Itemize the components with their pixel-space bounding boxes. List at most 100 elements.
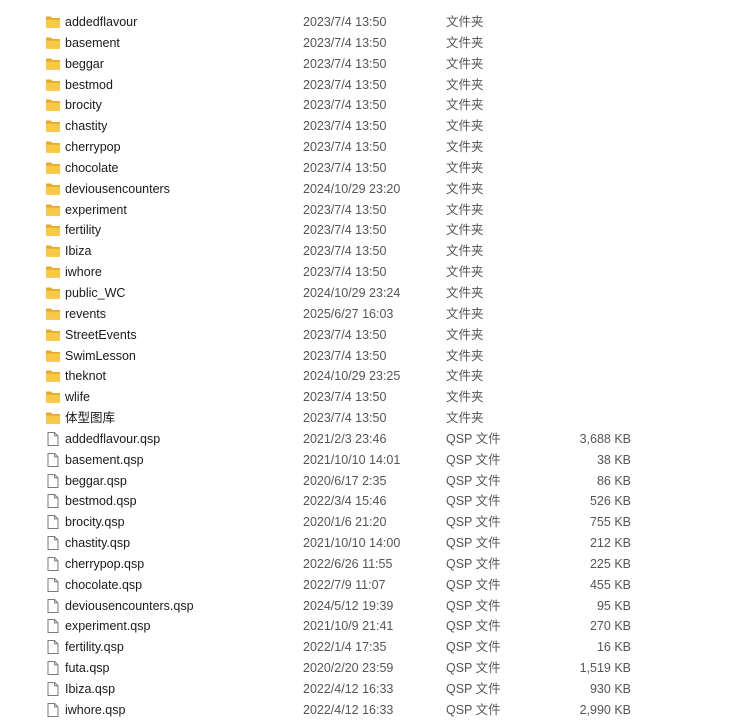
item-type: QSP 文件 bbox=[446, 473, 501, 488]
file-row[interactable]: Ibiza.qsp 2022/4/12 16:33 QSP 文件 930 KB bbox=[0, 679, 740, 700]
folder-row[interactable]: basement 2023/7/4 13:50 文件夹 bbox=[0, 33, 740, 54]
item-type: QSP 文件 bbox=[446, 515, 501, 530]
item-date-modified: 2020/6/17 2:35 bbox=[303, 473, 387, 488]
item-name: cherrypop.qsp bbox=[65, 556, 145, 571]
folder-row[interactable]: iwhore 2023/7/4 13:50 文件夹 bbox=[0, 262, 740, 283]
item-date-modified: 2023/7/4 13:50 bbox=[303, 98, 387, 113]
file-icon bbox=[45, 431, 61, 447]
file-row[interactable]: beggar.qsp 2020/6/17 2:35 QSP 文件 86 KB bbox=[0, 471, 740, 492]
file-row[interactable]: chocolate.qsp 2022/7/9 11:07 QSP 文件 455 KB bbox=[0, 575, 740, 596]
folder-row[interactable]: deviousencounters 2024/10/29 23:20 文件夹 bbox=[0, 179, 740, 200]
file-row[interactable]: chastity.qsp 2021/10/10 14:00 QSP 文件 212 KB bbox=[0, 533, 740, 554]
file-icon bbox=[45, 598, 61, 614]
item-type: 文件夹 bbox=[446, 244, 484, 259]
file-row[interactable]: iwhore.qsp 2022/4/12 16:33 QSP 文件 2,990 KB bbox=[0, 700, 740, 721]
item-type: 文件夹 bbox=[446, 77, 484, 92]
item-name: basement bbox=[65, 35, 120, 50]
file-row[interactable]: cherrypop.qsp 2022/6/26 11:55 QSP 文件 225 KB bbox=[0, 554, 740, 575]
folder-icon bbox=[45, 368, 61, 384]
file-icon bbox=[45, 493, 61, 509]
item-date-modified: 2020/2/20 23:59 bbox=[303, 661, 394, 676]
item-size: 38 KB bbox=[596, 452, 631, 467]
folder-row[interactable]: revents 2025/6/27 16:03 文件夹 bbox=[0, 304, 740, 325]
item-name: bestmod.qsp bbox=[65, 494, 137, 509]
item-type: 文件夹 bbox=[446, 119, 484, 134]
item-date-modified: 2023/7/4 13:50 bbox=[303, 411, 387, 426]
item-name: bestmod bbox=[65, 77, 113, 92]
item-type: QSP 文件 bbox=[446, 577, 501, 592]
file-row[interactable]: fertility.qsp 2022/1/4 17:35 QSP 文件 16 KB bbox=[0, 637, 740, 658]
folder-icon bbox=[45, 202, 61, 218]
item-size: 2,990 KB bbox=[579, 702, 631, 717]
item-date-modified: 2022/3/4 15:46 bbox=[303, 494, 387, 509]
file-row[interactable]: addedflavour.qsp 2021/2/3 23:46 QSP 文件 3,68… bbox=[0, 429, 740, 450]
file-icon bbox=[45, 535, 61, 551]
item-size: 455 KB bbox=[589, 577, 631, 592]
file-row[interactable]: basement.qsp 2021/10/10 14:01 QSP 文件 38 KB bbox=[0, 450, 740, 471]
folder-icon bbox=[45, 14, 61, 30]
item-type: QSP 文件 bbox=[446, 494, 501, 509]
folder-row[interactable]: brocity 2023/7/4 13:50 文件夹 bbox=[0, 95, 740, 116]
folder-icon bbox=[45, 181, 61, 197]
folder-row[interactable]: cherrypop 2023/7/4 13:50 文件夹 bbox=[0, 137, 740, 158]
item-type: 文件夹 bbox=[446, 223, 484, 238]
folder-icon bbox=[45, 118, 61, 134]
item-size: 1,519 KB bbox=[579, 661, 631, 676]
folder-row[interactable]: theknot 2024/10/29 23:25 文件夹 bbox=[0, 366, 740, 387]
file-row[interactable]: brocity.qsp 2020/1/6 21:20 QSP 文件 755 KB bbox=[0, 512, 740, 533]
item-name: addedflavour bbox=[65, 15, 138, 29]
file-row[interactable]: deviousencounters.qsp 2024/5/12 19:39 QSP … bbox=[0, 596, 740, 617]
item-name: revents bbox=[65, 306, 106, 321]
item-type: QSP 文件 bbox=[446, 661, 501, 676]
item-date-modified: 2023/7/4 13:50 bbox=[303, 327, 387, 342]
item-date-modified: 2021/10/10 14:00 bbox=[303, 536, 401, 551]
item-type: QSP 文件 bbox=[446, 431, 501, 446]
item-date-modified: 2023/7/4 13:50 bbox=[303, 140, 387, 155]
item-date-modified: 2023/7/4 13:50 bbox=[303, 119, 387, 134]
item-name: beggar bbox=[65, 56, 104, 71]
file-row[interactable]: bestmod.qsp 2022/3/4 15:46 QSP 文件 526 KB bbox=[0, 491, 740, 512]
item-name: public_WC bbox=[65, 285, 126, 300]
folder-row[interactable]: 体型图库 2023/7/4 13:50 文件夹 bbox=[0, 408, 740, 429]
item-size: 270 KB bbox=[589, 619, 631, 634]
item-name: deviousencounters.qsp bbox=[65, 598, 194, 613]
item-name: futa.qsp bbox=[65, 661, 110, 676]
folder-row[interactable]: experiment 2023/7/4 13:50 文件夹 bbox=[0, 200, 740, 221]
item-date-modified: 2020/1/6 21:20 bbox=[303, 515, 387, 530]
item-name: chocolate.qsp bbox=[65, 577, 143, 592]
item-type: 文件夹 bbox=[446, 56, 484, 71]
folder-row[interactable]: StreetEvents 2023/7/4 13:50 文件夹 bbox=[0, 325, 740, 346]
file-icon bbox=[45, 514, 61, 530]
folder-row[interactable]: bestmod 2023/7/4 13:50 文件夹 bbox=[0, 75, 740, 96]
file-list: addedflavour 2023/7/4 13:50 文件夹 basement 202… bbox=[0, 12, 740, 721]
item-name: chastity.qsp bbox=[65, 536, 131, 551]
folder-row[interactable]: addedflavour 2023/7/4 13:50 文件夹 bbox=[0, 12, 740, 33]
item-type: 文件夹 bbox=[446, 160, 484, 175]
file-row[interactable]: experiment.qsp 2021/10/9 21:41 QSP 文件 270 K… bbox=[0, 616, 740, 637]
item-type: 文件夹 bbox=[446, 98, 484, 113]
folder-row[interactable]: Ibiza 2023/7/4 13:50 文件夹 bbox=[0, 241, 740, 262]
item-type: 文件夹 bbox=[446, 265, 484, 280]
item-date-modified: 2023/7/4 13:50 bbox=[303, 160, 387, 175]
folder-row[interactable]: public_WC 2024/10/29 23:24 文件夹 bbox=[0, 283, 740, 304]
item-date-modified: 2023/7/4 13:50 bbox=[303, 348, 387, 363]
item-size: 212 KB bbox=[589, 536, 631, 551]
folder-row[interactable]: beggar 2023/7/4 13:50 文件夹 bbox=[0, 54, 740, 75]
folder-row[interactable]: fertility 2023/7/4 13:50 文件夹 bbox=[0, 220, 740, 241]
folder-row[interactable]: wlife 2023/7/4 13:50 文件夹 bbox=[0, 387, 740, 408]
item-name: experiment bbox=[65, 202, 127, 217]
item-date-modified: 2022/7/9 11:07 bbox=[303, 577, 386, 592]
folder-row[interactable]: chastity 2023/7/4 13:50 文件夹 bbox=[0, 116, 740, 137]
file-row[interactable]: futa.qsp 2020/2/20 23:59 QSP 文件 1,519 KB bbox=[0, 658, 740, 679]
item-date-modified: 2023/7/4 13:50 bbox=[303, 244, 387, 259]
item-date-modified: 2025/6/27 16:03 bbox=[303, 306, 394, 321]
item-type: 文件夹 bbox=[446, 285, 484, 300]
item-date-modified: 2022/1/4 17:35 bbox=[303, 640, 387, 655]
item-name: iwhore.qsp bbox=[65, 702, 126, 717]
folder-row[interactable]: SwimLesson 2023/7/4 13:50 文件夹 bbox=[0, 346, 740, 367]
folder-icon bbox=[45, 243, 61, 259]
item-size: 526 KB bbox=[589, 494, 631, 509]
folder-icon bbox=[45, 35, 61, 51]
folder-row[interactable]: chocolate 2023/7/4 13:50 文件夹 bbox=[0, 158, 740, 179]
folder-icon bbox=[45, 139, 61, 155]
